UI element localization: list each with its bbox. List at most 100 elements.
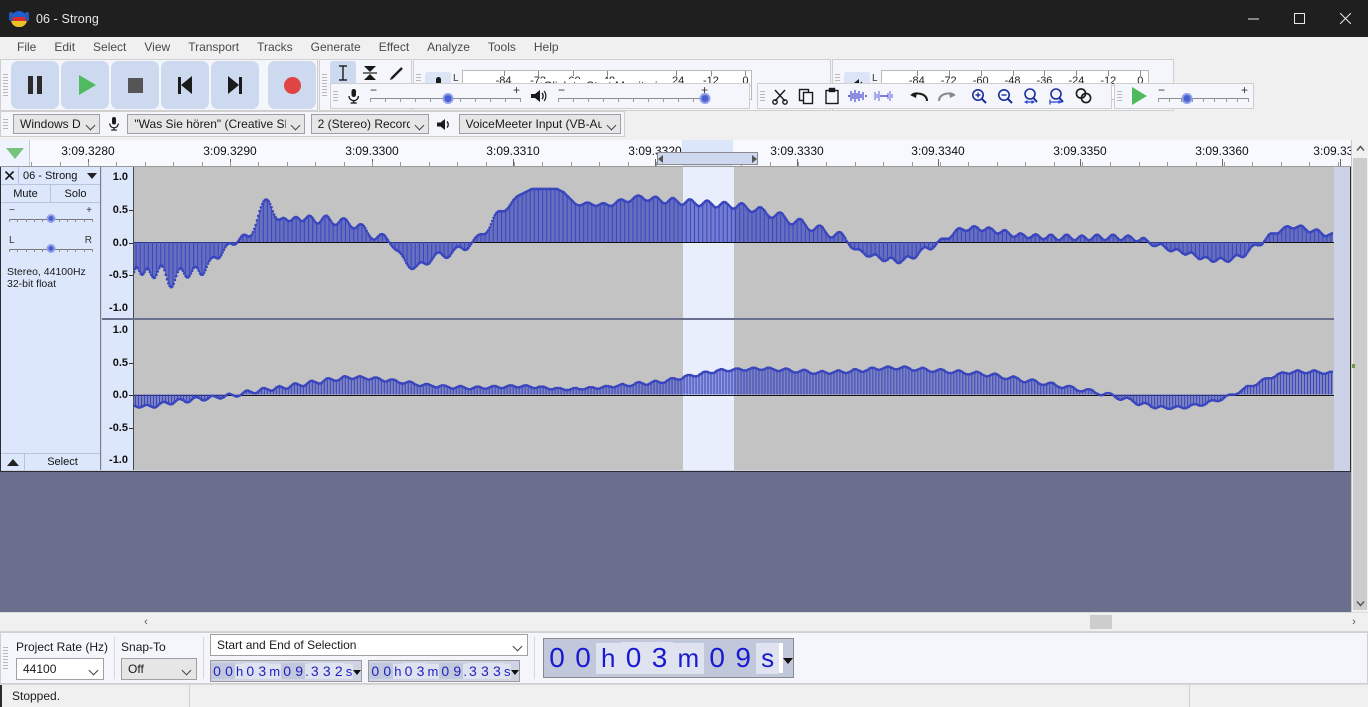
pan-slider[interactable]: L R [9, 235, 93, 259]
time-digit[interactable]: 0 [369, 663, 382, 679]
scroll-left-button[interactable]: ‹ [136, 616, 156, 628]
project-rate-select[interactable]: 44100 [16, 658, 104, 680]
time-digit[interactable]: 9 [293, 663, 306, 679]
copy-button[interactable] [793, 83, 819, 109]
selection-end-time[interactable]: 00h03m09.333s [368, 660, 521, 682]
time-digit[interactable]: 2 [332, 663, 345, 679]
collapse-track-button[interactable] [1, 454, 25, 470]
playback-device-select[interactable]: VoiceMeeter Input (VB-Audi‹ [458, 114, 621, 134]
paste-button[interactable] [819, 83, 845, 109]
recording-channels-select[interactable]: 2 (Stereo) Record [310, 114, 429, 134]
time-digit[interactable]: 0 [223, 663, 236, 679]
waveform-left[interactable] [134, 167, 1334, 318]
selection-mode-select[interactable]: Start and End of Selection [210, 634, 529, 656]
time-digit[interactable]: 0 [544, 642, 571, 674]
vertical-ruler-left[interactable]: 1.0 0.5 0.0 -0.5 -1.0 [102, 167, 134, 318]
time-digit[interactable]: 3 [320, 663, 333, 679]
time-digit[interactable]: 0 [620, 642, 647, 674]
fit-selection-button[interactable] [1019, 83, 1045, 109]
time-digit[interactable]: 0 [439, 663, 452, 679]
zoom-toggle-button[interactable] [1071, 83, 1097, 109]
time-digit[interactable]: 3 [414, 663, 427, 679]
horizontal-scrollbar[interactable]: ‹ › [0, 612, 1368, 631]
undo-button[interactable] [907, 83, 933, 109]
menu-item-tools[interactable]: Tools [479, 37, 525, 57]
close-button[interactable] [1322, 0, 1368, 37]
playback-speed-slider[interactable]: − + [1158, 83, 1249, 106]
mute-button[interactable]: Mute [1, 185, 51, 202]
envelope-tool[interactable] [357, 61, 383, 85]
time-spinner[interactable] [353, 668, 362, 675]
recording-volume-knob[interactable] [442, 93, 454, 104]
time-digit[interactable]: 9 [730, 642, 757, 674]
time-spinner[interactable] [511, 668, 520, 675]
time-digit[interactable]: 0 [570, 642, 597, 674]
trim-audio-button[interactable] [845, 83, 871, 109]
time-digit[interactable]: 9 [451, 663, 464, 679]
vertical-scrollbar[interactable] [1351, 140, 1368, 612]
scroll-down-button[interactable] [1352, 595, 1368, 612]
selection-tool[interactable] [330, 60, 356, 85]
play-at-speed-button[interactable] [1124, 87, 1154, 105]
menu-item-transport[interactable]: Transport [179, 37, 248, 57]
playback-volume-slider[interactable]: − + [558, 83, 711, 106]
recording-volume-slider[interactable]: − + [370, 83, 521, 106]
menu-item-tracks[interactable]: Tracks [248, 37, 302, 57]
zoom-in-button[interactable] [967, 83, 993, 109]
minimize-button[interactable] [1230, 0, 1276, 37]
audio-position-time[interactable]: 00h03m09s [543, 638, 795, 678]
gain-slider[interactable]: − + [9, 205, 93, 229]
scroll-up-button[interactable] [1352, 140, 1368, 157]
menu-item-analyze[interactable]: Analyze [418, 37, 479, 57]
horizontal-scrollbar-thumb[interactable] [1090, 615, 1112, 629]
track-close-button[interactable] [1, 166, 19, 185]
toolbar-grip[interactable] [1115, 84, 1124, 108]
fit-project-button[interactable] [1045, 83, 1071, 109]
playback-speed-knob[interactable] [1181, 93, 1193, 104]
timeline-scale[interactable]: 3:09.3280 3:09.3290 3:09.3300 3:09.3310 3:09… [30, 140, 1368, 166]
toolbar-grip[interactable] [331, 84, 340, 108]
time-digit[interactable]: 0 [381, 663, 394, 679]
selection-start-time[interactable]: 00h03m09.332s [210, 660, 363, 682]
waveform-right[interactable] [134, 320, 1334, 470]
recording-device-select[interactable]: "Was Sie hören" (Creative SB [127, 114, 305, 134]
time-digit[interactable]: 0 [281, 663, 294, 679]
time-digit[interactable]: 0 [402, 663, 415, 679]
draw-tool[interactable] [384, 61, 410, 85]
timeline-ruler[interactable]: 3:09.3280 3:09.3290 3:09.3300 3:09.3310 3:09… [0, 140, 1368, 167]
menu-item-view[interactable]: View [135, 37, 179, 57]
menu-item-effect[interactable]: Effect [370, 37, 418, 57]
toolbar-grip[interactable] [1, 112, 10, 136]
menu-item-help[interactable]: Help [525, 37, 568, 57]
time-digit[interactable]: 3 [466, 663, 479, 679]
time-digit[interactable]: 3 [308, 663, 321, 679]
playback-volume-knob[interactable] [699, 93, 711, 104]
pan-knob[interactable] [46, 244, 55, 253]
gain-knob[interactable] [46, 214, 55, 223]
menu-item-generate[interactable]: Generate [302, 37, 370, 57]
solo-button[interactable]: Solo [51, 185, 100, 202]
pinned-play-head-button[interactable] [0, 140, 30, 166]
vertical-ruler-right[interactable]: 1.0 0.5 0.0 -0.5 -1.0 [102, 320, 134, 470]
time-digit[interactable]: 0 [244, 663, 257, 679]
track-title-menu[interactable]: 06 - Strong [19, 170, 100, 182]
cut-button[interactable] [767, 83, 793, 109]
audio-host-select[interactable]: Windows D [13, 114, 100, 134]
zoom-out-button[interactable] [993, 83, 1019, 109]
time-digit[interactable]: 3 [478, 663, 491, 679]
time-spinner[interactable] [783, 652, 794, 664]
vertical-scrollbar-thumb[interactable] [1353, 158, 1367, 610]
snap-to-select[interactable]: Off [121, 658, 198, 680]
time-digit[interactable]: 0 [704, 642, 731, 674]
time-digit[interactable]: 3 [646, 642, 673, 674]
scroll-right-button[interactable]: › [1344, 616, 1364, 628]
silence-audio-button[interactable] [871, 83, 897, 109]
redo-button[interactable] [933, 83, 959, 109]
select-track-button[interactable]: Select [25, 454, 100, 470]
selection-drag-handle[interactable] [657, 152, 758, 165]
time-digit[interactable]: 3 [256, 663, 269, 679]
toolbar-grip[interactable] [1, 633, 10, 683]
menu-item-edit[interactable]: Edit [45, 37, 84, 57]
toolbar-grip[interactable] [758, 84, 767, 108]
time-digit[interactable]: 3 [490, 663, 503, 679]
